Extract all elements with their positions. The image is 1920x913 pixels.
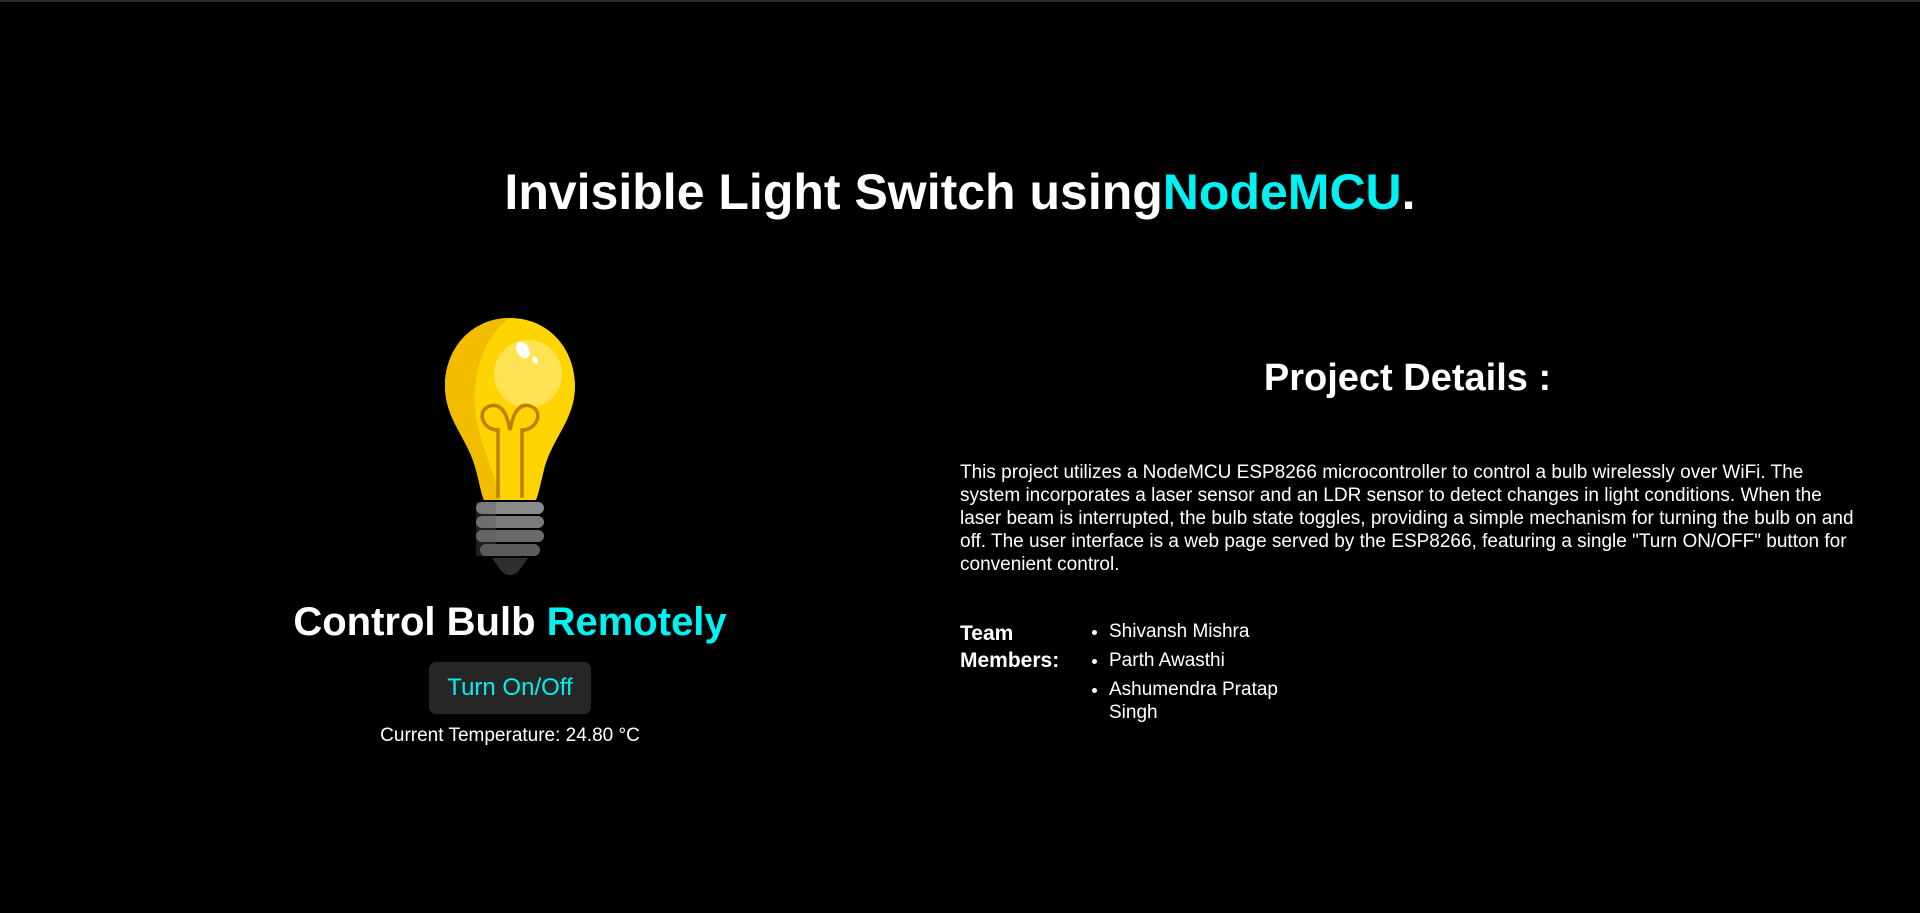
temperature-readout: Current Temperature: 24.80 °C: [380, 725, 640, 746]
title-accent: NodeMCU: [1162, 164, 1402, 220]
team-list: Shivansh Mishra Parth Awasthi Ashumendra…: [1085, 620, 1319, 730]
control-panel: Control Bulb Remotely Turn On/Off Curren…: [210, 310, 810, 748]
top-border: [0, 0, 1920, 2]
title-suffix: .: [1401, 164, 1416, 220]
turn-on-off-button[interactable]: Turn On/Off: [429, 662, 591, 714]
list-item: Shivansh Mishra: [1109, 620, 1319, 643]
details-heading: Project Details :: [1263, 357, 1552, 399]
page-title: Invisible Light Switch usingNodeMCU.: [0, 162, 1920, 222]
control-heading-prefix: Control Bulb: [293, 600, 547, 644]
list-item: Parth Awasthi: [1109, 649, 1319, 672]
list-item: Ashumendra Pratap Singh: [1109, 678, 1319, 724]
light-bulb-icon: [420, 310, 600, 576]
project-description: This project utilizes a NodeMCU ESP8266 …: [960, 462, 1854, 575]
control-heading: Control Bulb Remotely: [210, 598, 810, 646]
title-prefix: Invisible Light Switch using: [504, 164, 1163, 220]
project-details: Project Details : This project utilizes …: [960, 355, 1855, 730]
team-label: Team Members:: [960, 622, 1060, 672]
team-section: Team Members: Shivansh Mishra Parth Awas…: [960, 620, 1855, 730]
control-heading-accent: Remotely: [546, 600, 727, 644]
